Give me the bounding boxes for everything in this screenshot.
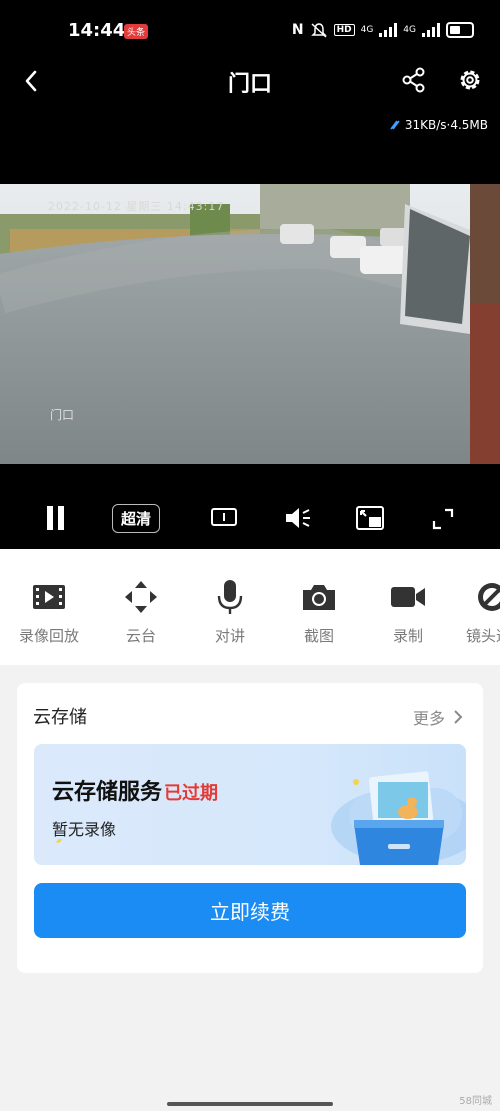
camera-icon <box>303 585 335 610</box>
gear-icon[interactable] <box>456 66 484 94</box>
renew-button[interactable]: 立即续费 <box>34 883 466 938</box>
speaker-icon <box>286 508 310 528</box>
video-camera-name: 门口 <box>50 408 75 422</box>
share-icon[interactable] <box>400 66 428 94</box>
signal-icon-1 <box>379 23 398 37</box>
expired-badge: 已过期 <box>164 783 219 804</box>
lens-cover-icon <box>478 583 500 611</box>
app-notification-badge: 头条 <box>124 24 149 39</box>
aspect-ratio-icon <box>211 508 237 526</box>
network-type-1: 4G <box>360 25 374 35</box>
pip-button[interactable] <box>354 504 386 532</box>
cloud-service-banner[interactable]: 云存储服务 已过期 暂无录像 <box>34 744 466 865</box>
function-record[interactable]: 录制 <box>364 577 452 646</box>
cloud-storage-card: 云存储 更多 云存储服务 已过期 暂无录像 立即续费 <box>17 683 483 973</box>
fullscreen-icon <box>432 508 454 530</box>
speed-text: 31KB/s·4.5MB <box>404 118 488 132</box>
picture-in-picture-icon <box>356 506 384 530</box>
live-view-area: 14:44 头条 N HD 4G 4G 门口 31KB/s·4.5MB 2022… <box>0 0 500 549</box>
pause-button[interactable] <box>40 502 70 532</box>
aspect-ratio-button[interactable] <box>210 506 238 528</box>
quality-button[interactable]: 超清 <box>112 504 161 533</box>
volume-button[interactable] <box>282 504 314 532</box>
cloud-storage-title: 云存储 <box>33 707 87 728</box>
more-label: 更多 <box>412 709 445 728</box>
function-lens-cover[interactable]: 镜头遮 <box>452 577 500 646</box>
player-controls: 超清 <box>0 494 500 542</box>
video-record-icon <box>391 587 425 607</box>
video-timestamp: 2022-10-12 星期三 14:43:17 <box>48 200 225 213</box>
home-indicator[interactable] <box>167 1102 333 1106</box>
function-ptz[interactable]: 云台 <box>97 577 185 646</box>
quality-label: 超清 <box>112 504 161 533</box>
function-screenshot[interactable]: 截图 <box>275 577 363 646</box>
camera-feed[interactable]: 2022-10-12 星期三 14:43:17 门口 <box>0 184 500 464</box>
battery-icon <box>446 22 474 38</box>
function-talk[interactable]: 对讲 <box>186 577 274 646</box>
network-speed: 31KB/s·4.5MB <box>389 118 488 132</box>
function-bar: 录像回放 云台 对讲 截图 录制 镜头 <box>0 549 500 665</box>
function-label: 镜头遮 <box>466 627 500 645</box>
sparkle-icon <box>56 839 62 843</box>
function-label: 录制 <box>392 627 423 645</box>
camera-image <box>0 184 500 464</box>
title-bar: 门口 <box>0 62 500 102</box>
status-icons: N HD 4G 4G <box>292 22 474 38</box>
hd-voice-icon: HD <box>333 24 355 36</box>
film-icon <box>33 585 65 609</box>
signal-icon-2 <box>422 23 440 37</box>
service-status: 云存储服务 已过期 <box>52 774 218 806</box>
status-time: 14:44 <box>68 20 126 41</box>
chevron-right-icon <box>454 710 463 724</box>
pause-icon <box>47 506 64 530</box>
microphone-icon <box>217 580 243 614</box>
mute-icon <box>310 23 327 38</box>
status-bar: 14:44 头条 N HD 4G 4G <box>0 0 500 62</box>
function-label: 云台 <box>125 627 156 645</box>
function-playback[interactable]: 录像回放 <box>5 577 93 646</box>
service-title: 云存储服务 <box>52 780 163 805</box>
function-label: 录像回放 <box>18 627 79 645</box>
function-label: 对讲 <box>214 627 245 645</box>
nfc-icon: N <box>291 22 304 38</box>
ptz-icon <box>125 581 157 613</box>
watermark: 58同城 <box>459 1096 492 1107</box>
network-type-2: 4G <box>403 25 416 35</box>
more-link[interactable]: 更多 <box>413 705 463 729</box>
function-label: 截图 <box>303 627 334 645</box>
speed-icon <box>390 120 400 130</box>
cloud-box-illustration <box>331 771 466 865</box>
fullscreen-button[interactable] <box>430 506 456 532</box>
